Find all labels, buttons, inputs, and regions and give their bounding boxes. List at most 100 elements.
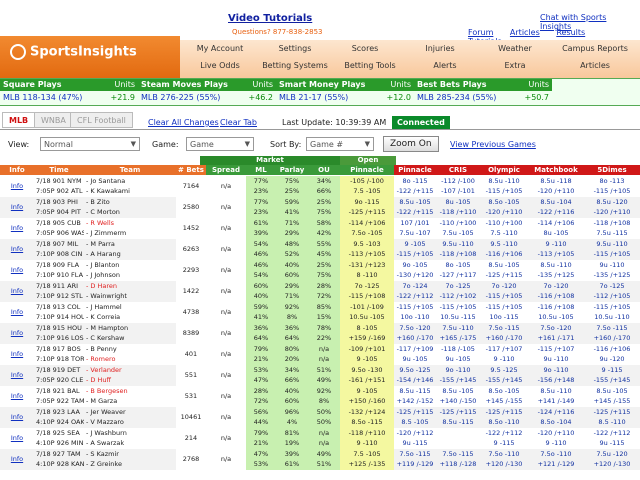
column-header[interactable]: Time (34, 165, 84, 175)
tab-cfl-football[interactable]: CFL Football (70, 112, 133, 128)
nav-alerts[interactable]: Alerts (410, 59, 480, 75)
column-header[interactable]: OU (308, 165, 340, 175)
column-header[interactable]: 5Dimes (584, 165, 640, 175)
nav-settings[interactable]: Settings (260, 42, 330, 58)
cell-value: 2580 (182, 203, 200, 211)
sort-select[interactable]: Game # ▼ (306, 137, 374, 151)
controls-bar: View: Normal ▼ Game: Game ▼ Sort By: Game … (0, 133, 640, 155)
open-group-header: Open (340, 156, 396, 165)
cell-value: n/a (220, 434, 232, 442)
nav-injuries[interactable]: Injuries (400, 42, 480, 58)
steam-moves-box[interactable]: Steam Moves Plays Units MLB 276-225 (55%)… (138, 79, 276, 107)
column-header[interactable]: Spread (206, 165, 246, 175)
info-link[interactable]: Info (0, 344, 34, 365)
cell-time: 7/18 917 BOS 7:10P 918 TOR (34, 344, 84, 365)
nav-campus-reports[interactable]: Campus Reports (550, 42, 640, 58)
clear-all-changes-link[interactable]: Clear All Changes (148, 118, 219, 127)
nav-betting-tools[interactable]: Betting Tools (330, 59, 410, 75)
video-tutorials-link[interactable]: Video Tutorials (228, 13, 312, 24)
cell-value: 7:05P 904 PIT (36, 208, 81, 216)
info-link[interactable]: Info (0, 386, 34, 407)
table-row[interactable]: Info 7/18 913 COL 7:10P 914 HOU - J Hammel -… (0, 302, 640, 323)
table-row[interactable]: Info 7/18 901 NYM 7:05P 902 ATL - Jo Santan… (0, 176, 640, 197)
table-row[interactable]: Info 7/18 927 TAM 4:10P 928 KAN - S Kazmir -… (0, 449, 640, 470)
info-link[interactable]: Info (0, 365, 34, 386)
table-row[interactable]: Info 7/18 911 ARI 7:10P 912 STL - D Haren - … (0, 281, 640, 302)
cell-value: 8.5u -104 (540, 198, 572, 206)
table-row[interactable]: Info 7/18 921 BAL 7:05P 922 TAM - B Bergese… (0, 386, 640, 407)
info-link[interactable]: Info (0, 302, 34, 323)
table-row[interactable]: Info 7/18 905 CUB 7:05P 906 WAS - R Wells - … (0, 218, 640, 239)
table-row[interactable]: Info 7/18 923 LAA 4:10P 924 OAK - Jer Weave… (0, 407, 640, 428)
square-plays-box[interactable]: Square Plays Units MLB 118-134 (47%) +21.9 (0, 79, 138, 107)
column-header[interactable]: Parlay (276, 165, 308, 175)
cell-value: 25% (316, 261, 332, 269)
cell-value: - M Parra (86, 240, 115, 248)
forum-link[interactable]: Forum (468, 28, 493, 37)
stat-title: Steam Moves Plays Units (138, 79, 276, 91)
cell-pinnacle: -114 /+106 7.5o -105 (340, 218, 394, 239)
zoom-button[interactable]: Zoom On (383, 136, 439, 152)
cell-cris: 9.5u -110 -118 /+108 (436, 239, 480, 260)
column-header[interactable]: ML (246, 165, 276, 175)
nav-extra[interactable]: Extra (480, 59, 550, 75)
table-row[interactable]: Info 7/18 909 FLA 7:10P 910 FLA - J Blanton… (0, 260, 640, 281)
logo[interactable]: SportsInsights (0, 36, 180, 78)
smart-money-box[interactable]: Smart Money Plays Units MLB 21-17 (55%) +1… (276, 79, 414, 107)
column-header[interactable]: Olympic (480, 165, 528, 175)
table-row[interactable]: Info 7/18 907 MIL 7:10P 908 CIN - M Parra - … (0, 239, 640, 260)
info-link[interactable]: Info (0, 428, 34, 449)
info-link[interactable]: Info (0, 197, 34, 218)
cell-value: 59% (284, 198, 300, 206)
nav-my-account[interactable]: My Account (180, 42, 260, 58)
cell-ou: 55% 45% (308, 239, 340, 260)
cell-pinnacle: -131 /+123 8 -110 (340, 260, 394, 281)
column-header[interactable]: Matchbook (528, 165, 584, 175)
nav-weather[interactable]: Weather (480, 42, 550, 58)
last-update: Last Update: 10:39:39 AM (282, 118, 387, 127)
best-bets-box[interactable]: Best Bets Plays Units MLB 285-234 (55%) +5… (414, 79, 552, 107)
column-header[interactable]: # Bets (176, 165, 206, 175)
nav-live-odds[interactable]: Live Odds (180, 59, 260, 75)
column-header[interactable]: Info (0, 165, 34, 175)
chevron-down-icon: ▼ (364, 140, 370, 148)
cell-value: n/a (318, 345, 330, 353)
table-row[interactable]: Info 7/18 915 HOU 7:10P 916 LOS - M Hampton… (0, 323, 640, 344)
table-row[interactable]: Info 7/18 925 SEA 4:10P 926 MIN - J Washbur… (0, 428, 640, 449)
view-select[interactable]: Normal ▼ (40, 137, 140, 151)
cell-ml: 56% 44% (246, 407, 276, 428)
nav-scores[interactable]: Scores (330, 42, 400, 58)
cell-pinnacle: 7.5o -120 +160 /-170 (394, 323, 436, 344)
table-row[interactable]: Info 7/18 919 DET 7:05P 920 CLE - Verlander… (0, 365, 640, 386)
cell-matchbook: 7.5o -110 +121 /-129 (528, 449, 584, 470)
tab-mlb[interactable]: MLB (2, 112, 36, 128)
articles-link[interactable]: Articles (510, 28, 540, 37)
table-row[interactable]: Info 7/18 903 PHI 7:05P 904 PIT - B Zito - C… (0, 197, 640, 218)
info-link[interactable]: Info (0, 281, 34, 302)
tab-wnba[interactable]: WNBA (34, 112, 73, 128)
column-header[interactable]: Pinnacle (394, 165, 436, 175)
info-link[interactable]: Info (0, 323, 34, 344)
info-link[interactable]: Info (0, 176, 34, 197)
info-link[interactable]: Info (0, 218, 34, 239)
nav-articles[interactable]: Articles (550, 59, 640, 75)
results-link[interactable]: Results (556, 28, 585, 37)
info-link[interactable]: Info (0, 449, 34, 470)
column-header[interactable]: Team (84, 165, 176, 175)
cell-value: 23% (253, 187, 269, 195)
cell-pinnacle: 7o -125 -115 /+108 (340, 281, 394, 302)
clear-tab-link[interactable]: Clear Tab (220, 118, 257, 127)
cell-value: 9 -115 (601, 366, 623, 374)
info-link[interactable]: Info (0, 260, 34, 281)
view-previous-games-link[interactable]: View Previous Games (450, 140, 536, 149)
column-header[interactable]: CRIS (436, 165, 480, 175)
game-select[interactable]: Game ▼ (186, 137, 254, 151)
cell-spread: n/a (206, 407, 246, 428)
cell-time: 7/18 907 MIL 7:10P 908 CIN (34, 239, 84, 260)
info-link[interactable]: Info (0, 239, 34, 260)
nav-betting-systems[interactable]: Betting Systems (260, 59, 330, 75)
cell-matchbook: 8.5u -104 -122 /+116 (528, 197, 584, 218)
column-header[interactable]: Pinnacle (340, 165, 394, 175)
info-link[interactable]: Info (0, 407, 34, 428)
table-row[interactable]: Info 7/18 917 BOS 7:10P 918 TOR - B Penny - … (0, 344, 640, 365)
